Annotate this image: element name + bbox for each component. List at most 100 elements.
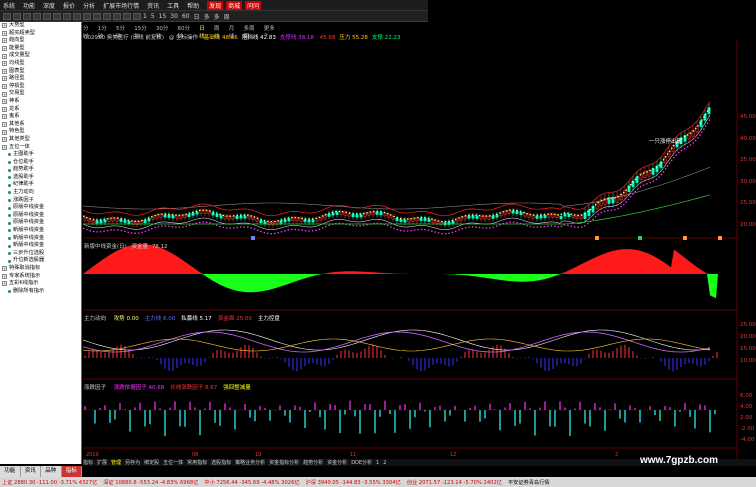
expand-icon[interactable]: +: [2, 99, 7, 105]
index-quote[interactable]: 创业 2071.57 -123.14 -5.70% 2402亿: [407, 479, 502, 486]
index-quote[interactable]: 深证 10880.8 -553.24 -4.83% 6968亿: [103, 479, 198, 486]
expand-icon[interactable]: +: [2, 122, 7, 128]
toolbar-icon[interactable]: [113, 12, 121, 20]
menu-item[interactable]: 帮助: [187, 1, 199, 10]
tree-item[interactable]: + 趋向型: [0, 37, 81, 45]
toolbar-icon[interactable]: [43, 12, 51, 20]
toolbar-icon[interactable]: [83, 12, 91, 20]
tree-item[interactable]: 升位新选股器: [0, 257, 81, 265]
toolbar-icon[interactable]: [23, 12, 31, 20]
index-quote[interactable]: 上证 2880.30 -111.00 -3.71% 4327亿: [2, 479, 97, 486]
tree-item[interactable]: + 神系: [0, 98, 81, 106]
toolbar-icon[interactable]: [93, 12, 101, 20]
expand-icon[interactable]: +: [2, 281, 7, 287]
tree-item[interactable]: 删除所有指示: [0, 288, 81, 296]
indicator-tab[interactable]: 指标: [83, 459, 93, 466]
expand-icon[interactable]: +: [2, 144, 7, 150]
toolbar-period[interactable]: 多: [204, 12, 210, 21]
sidebar-tab[interactable]: 资讯: [21, 466, 41, 477]
toolbar-icon[interactable]: [33, 12, 41, 20]
tree-item[interactable]: 原版中线资金: [0, 219, 81, 227]
indicator-tab[interactable]: DDE分析: [351, 459, 372, 466]
menu-item[interactable]: 报价: [63, 1, 75, 10]
tree-item[interactable]: 趋势助手: [0, 166, 81, 174]
tree-item[interactable]: + 均线型: [0, 60, 81, 68]
expand-icon[interactable]: +: [2, 30, 7, 36]
indicator-tab[interactable]: 绑定股: [144, 459, 159, 466]
indicator-tab[interactable]: 扩展: [97, 459, 107, 466]
expand-icon[interactable]: +: [2, 114, 7, 120]
indicator-tab[interactable]: 五位一体: [163, 459, 183, 466]
indicator-tab[interactable]: 1: [376, 460, 379, 466]
toolbar-period[interactable]: 60: [182, 13, 190, 20]
sidebar-tab[interactable]: 品种: [41, 466, 62, 477]
toolbar-period[interactable]: 5: [151, 13, 155, 20]
toolbar-icon[interactable]: [63, 12, 71, 20]
period-tab[interactable]: 分时: [83, 24, 94, 40]
toolbar-icon[interactable]: [13, 12, 21, 20]
expand-icon[interactable]: +: [2, 91, 7, 97]
indicator-tab[interactable]: 选股指标: [211, 459, 231, 466]
indicator-tab[interactable]: 2: [383, 460, 386, 466]
period-tab[interactable]: 60分钟: [177, 24, 195, 40]
toolbar-icon[interactable]: [103, 12, 111, 20]
expand-icon[interactable]: +: [2, 61, 7, 67]
toolbar-period[interactable]: 周: [224, 12, 230, 21]
tree-item[interactable]: + 五彩K线指示: [0, 280, 81, 288]
toolbar-icon[interactable]: [73, 12, 81, 20]
period-tab[interactable]: 日线: [199, 24, 210, 40]
indicator-tab[interactable]: 管理: [111, 459, 121, 466]
menu-tag[interactable]: 商城: [226, 0, 243, 10]
toolbar-period[interactable]: 多: [214, 12, 220, 21]
toolbar-period[interactable]: 15: [159, 13, 167, 20]
toolbar-period[interactable]: 日: [194, 12, 200, 21]
toolbar-icon[interactable]: [133, 12, 141, 20]
index-quote[interactable]: 平安证券青岛行情: [508, 479, 550, 486]
indicator-tab[interactable]: 另存为: [125, 459, 140, 466]
tree-item[interactable]: + 路径型: [0, 75, 81, 83]
period-tab[interactable]: 30分钟: [156, 24, 174, 40]
indicator-tab[interactable]: 资金指标分析: [269, 459, 299, 466]
toolbar-icon[interactable]: [3, 12, 11, 20]
period-tab[interactable]: 月线: [229, 24, 240, 40]
period-tab[interactable]: 周线: [214, 24, 225, 40]
tree-item[interactable]: + 五位一体: [0, 144, 81, 152]
expand-icon[interactable]: +: [2, 137, 7, 143]
period-tab[interactable]: 1分钟: [98, 24, 112, 40]
tree-item[interactable]: 新版中线资金: [0, 227, 81, 235]
toolbar-icon[interactable]: [53, 12, 61, 20]
tree-item[interactable]: + 大势型: [0, 22, 81, 30]
menu-item[interactable]: 分析: [83, 1, 95, 10]
expand-icon[interactable]: +: [2, 68, 7, 74]
tree-item[interactable]: + 龙系: [0, 106, 81, 114]
expand-icon[interactable]: +: [2, 23, 7, 29]
period-tab[interactable]: 15分钟: [134, 24, 152, 40]
period-tab[interactable]: 多周期: [244, 24, 260, 40]
index-quote[interactable]: 沪深 3940.05 -144.83 -3.55% 3304亿: [306, 479, 401, 486]
expand-icon[interactable]: +: [2, 38, 7, 44]
expand-icon[interactable]: +: [2, 84, 7, 90]
tree-item[interactable]: 主图助手: [0, 151, 81, 159]
period-tab[interactable]: 更多>: [264, 24, 279, 38]
expand-icon[interactable]: +: [2, 76, 7, 82]
menu-tag[interactable]: 问问: [245, 0, 262, 10]
period-tab[interactable]: 5分钟: [116, 24, 130, 40]
menu-item[interactable]: 资讯: [147, 1, 159, 10]
toolbar-period[interactable]: 1: [143, 13, 147, 20]
sidebar-tab[interactable]: 功能: [0, 466, 21, 477]
tree-item[interactable]: 新版中线资金: [0, 242, 81, 250]
sidebar-tab[interactable]: 指标: [61, 466, 82, 477]
menu-item[interactable]: 深度: [43, 1, 55, 10]
tree-item[interactable]: + 特色型: [0, 128, 81, 136]
tree-item[interactable]: + 交易型: [0, 90, 81, 98]
tree-item[interactable]: + 鬼系: [0, 113, 81, 121]
menu-item[interactable]: 功能: [23, 1, 35, 10]
indicator-tab[interactable]: 资金分析: [327, 459, 347, 466]
expand-icon[interactable]: +: [2, 46, 7, 52]
menu-tag[interactable]: 发现: [207, 0, 224, 10]
expand-icon[interactable]: +: [2, 273, 7, 279]
tree-item[interactable]: 纪律助手: [0, 181, 81, 189]
menu-item[interactable]: 系统: [3, 1, 15, 10]
menu-item[interactable]: 扩展市场行情: [103, 1, 139, 10]
toolbar-icon[interactable]: [123, 12, 131, 20]
